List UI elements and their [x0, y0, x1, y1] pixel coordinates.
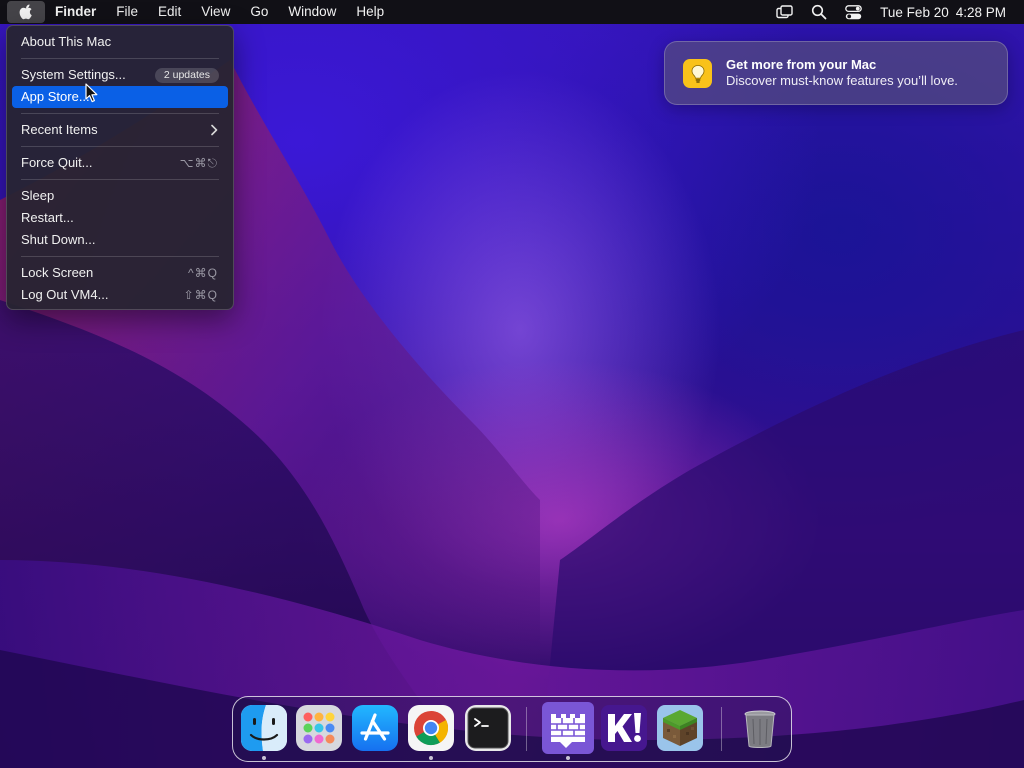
app-store-icon[interactable]	[352, 705, 398, 751]
apple-menu-dropdown: About This Mac System Settings... 2 upda…	[6, 25, 234, 310]
launchpad-icon[interactable]	[296, 705, 342, 751]
chrome-icon[interactable]	[408, 705, 454, 751]
menu-item-label: Log Out VM4...	[21, 287, 109, 302]
keyboard-shortcut: ^⌘Q	[188, 266, 218, 280]
control-center-icon[interactable]	[844, 3, 862, 21]
menu-item-recent-items[interactable]: Recent Items	[12, 119, 228, 141]
chevron-right-icon	[210, 119, 218, 143]
menu-go[interactable]: Go	[240, 0, 278, 24]
menu-item-about-this-mac[interactable]: About This Mac	[12, 31, 228, 53]
minecraft-icon[interactable]	[657, 705, 703, 751]
mouse-cursor-icon	[85, 83, 98, 103]
running-indicator	[566, 756, 570, 760]
updates-badge: 2 updates	[154, 68, 219, 83]
menu-separator	[21, 113, 219, 114]
castle-icon[interactable]	[542, 702, 594, 754]
menu-separator	[21, 146, 219, 147]
lightbulb-icon	[683, 59, 712, 88]
menu-item-label: App Store...	[21, 89, 90, 104]
clock-time: 4:28 PM	[955, 4, 1006, 20]
trash-icon[interactable]	[737, 705, 783, 751]
kahoot-icon[interactable]	[601, 705, 647, 751]
apple-logo-icon	[19, 4, 32, 20]
menu-finder[interactable]: Finder	[45, 0, 106, 24]
menu-item-label: Recent Items	[21, 122, 98, 137]
menu-item-label: Sleep	[21, 188, 55, 203]
menu-separator	[21, 179, 219, 180]
notification-title: Get more from your Mac	[726, 57, 877, 72]
keyboard-shortcut: ⌥⌘⎋	[179, 156, 218, 170]
screen-mirroring-icon[interactable]	[776, 3, 794, 21]
menu-item-shut-down[interactable]: Shut Down...	[12, 229, 228, 251]
running-indicator	[262, 756, 266, 760]
menu-item-restart[interactable]: Restart...	[12, 207, 228, 229]
menu-item-label: About This Mac	[21, 34, 112, 49]
menu-item-label: Restart...	[21, 210, 74, 225]
menu-item-force-quit[interactable]: Force Quit... ⌥⌘⎋	[12, 152, 228, 174]
menu-item-system-settings[interactable]: System Settings... 2 updates	[12, 64, 228, 86]
spotlight-search-icon[interactable]	[810, 3, 828, 21]
clock-date: Tue Feb 20	[880, 4, 949, 20]
menu-item-label: Shut Down...	[21, 232, 96, 247]
menu-view[interactable]: View	[191, 0, 240, 24]
menu-window[interactable]: Window	[278, 0, 346, 24]
running-indicator	[429, 756, 433, 760]
tips-notification[interactable]: Get more from your Mac Discover must-kno…	[664, 41, 1008, 105]
apple-menu-button[interactable]	[7, 1, 45, 23]
menu-item-lock-screen[interactable]: Lock Screen ^⌘Q	[12, 262, 228, 284]
finder-icon[interactable]	[241, 705, 287, 751]
dock	[232, 696, 792, 762]
keyboard-shortcut: ⇧⌘Q	[183, 288, 218, 302]
menu-item-app-store[interactable]: App Store...	[12, 86, 228, 108]
menu-bar: Finder File Edit View Go Window Help Tue…	[0, 0, 1024, 24]
menu-item-label: Lock Screen	[21, 265, 94, 280]
notification-body: Discover must-know features you’ll love.	[726, 73, 958, 88]
menu-file[interactable]: File	[106, 0, 148, 24]
dock-separator	[526, 707, 527, 751]
menu-edit[interactable]: Edit	[148, 0, 191, 24]
menu-item-log-out[interactable]: Log Out VM4... ⇧⌘Q	[12, 284, 228, 306]
terminal-icon[interactable]	[465, 705, 511, 751]
menu-item-sleep[interactable]: Sleep	[12, 185, 228, 207]
menu-separator	[21, 58, 219, 59]
menu-help[interactable]: Help	[346, 0, 394, 24]
menu-separator	[21, 256, 219, 257]
dock-separator	[721, 707, 722, 751]
menu-item-label: System Settings...	[21, 67, 126, 82]
menubar-clock[interactable]: Tue Feb 20 4:28 PM	[880, 5, 1006, 20]
menu-item-label: Force Quit...	[21, 155, 93, 170]
